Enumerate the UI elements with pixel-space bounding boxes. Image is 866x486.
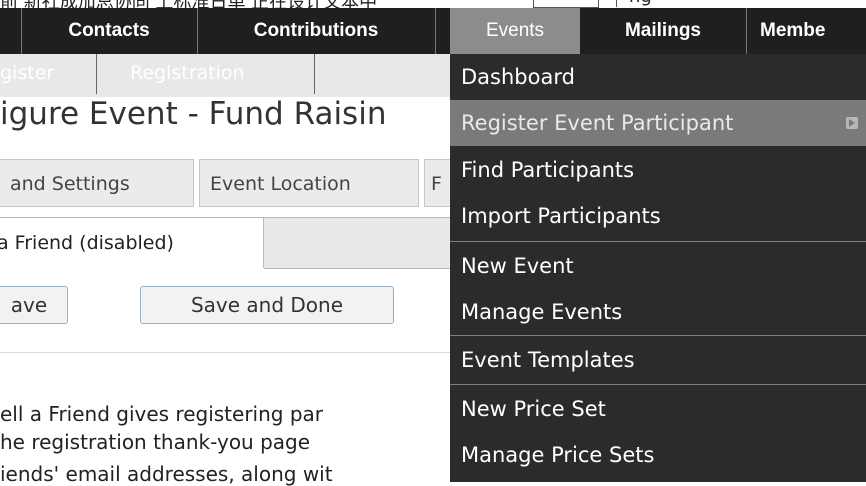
menu-divider: [450, 335, 866, 336]
nav-memberships[interactable]: Membe: [748, 8, 866, 54]
menu-item-label: Register Event Participant: [461, 111, 734, 135]
save-and-done-button[interactable]: Save and Done: [140, 286, 394, 324]
nav-divider: [746, 8, 747, 54]
nav-events[interactable]: Events: [450, 8, 580, 54]
description-line: ell a Friend gives registering par: [0, 402, 324, 426]
breadcrumb-divider: [314, 54, 315, 94]
nav-divider: [435, 8, 436, 54]
tab-info-and-settings[interactable]: and Settings: [0, 159, 194, 207]
menu-item-import-participants[interactable]: Import Participants: [450, 193, 866, 239]
menu-divider: [450, 241, 866, 242]
top-toolbar-strip: 前 新社成加总协同 上标准日单 正在设计文本中 ng: [0, 0, 866, 8]
menu-item-manage-price-sets[interactable]: Manage Price Sets: [450, 432, 866, 478]
tab-event-location[interactable]: Event Location: [199, 159, 419, 207]
menu-item-new-event[interactable]: New Event: [450, 243, 866, 289]
content-top-border: [264, 268, 450, 269]
nav-contributions[interactable]: Contributions: [198, 8, 434, 54]
menu-item-register-event-participant[interactable]: Register Event Participant: [450, 100, 866, 146]
nav-mailings[interactable]: Mailings: [580, 8, 746, 54]
menu-item-event-templates[interactable]: Event Templates: [450, 337, 866, 383]
menu-item-manage-events[interactable]: Manage Events: [450, 289, 866, 335]
nav-contacts[interactable]: Contacts: [22, 8, 196, 54]
events-dropdown-menu: Dashboard Register Event Participant Fin…: [450, 54, 866, 482]
menu-item-new-price-set[interactable]: New Price Set: [450, 386, 866, 432]
content-top-border: [0, 268, 264, 269]
menu-divider: [450, 384, 866, 385]
top-strip-text: 前 新社成加总协同 上标准日单 正在设计文本中: [0, 0, 377, 8]
breadcrumb-register[interactable]: gister: [0, 62, 54, 84]
section-divider: [0, 352, 450, 353]
save-button[interactable]: ave: [0, 286, 68, 324]
top-strip-field[interactable]: ng: [616, 0, 866, 7]
breadcrumb-registration[interactable]: Registration: [130, 62, 245, 84]
tab-row-background: [264, 218, 450, 269]
top-strip-tail: ng: [629, 0, 652, 7]
top-strip-box[interactable]: [533, 0, 599, 8]
tab-tell-a-friend[interactable]: a Friend (disabled): [0, 218, 264, 269]
description-line: iends' email addresses, along wit: [0, 462, 333, 486]
menu-item-find-participants[interactable]: Find Participants: [450, 147, 866, 193]
description-line: he registration thank-you page: [0, 430, 311, 454]
page-title: igure Event - Fund Raisin: [0, 96, 387, 132]
menu-item-dashboard[interactable]: Dashboard: [450, 54, 866, 100]
breadcrumb-divider: [96, 54, 97, 94]
submenu-arrow-icon: [846, 117, 858, 129]
